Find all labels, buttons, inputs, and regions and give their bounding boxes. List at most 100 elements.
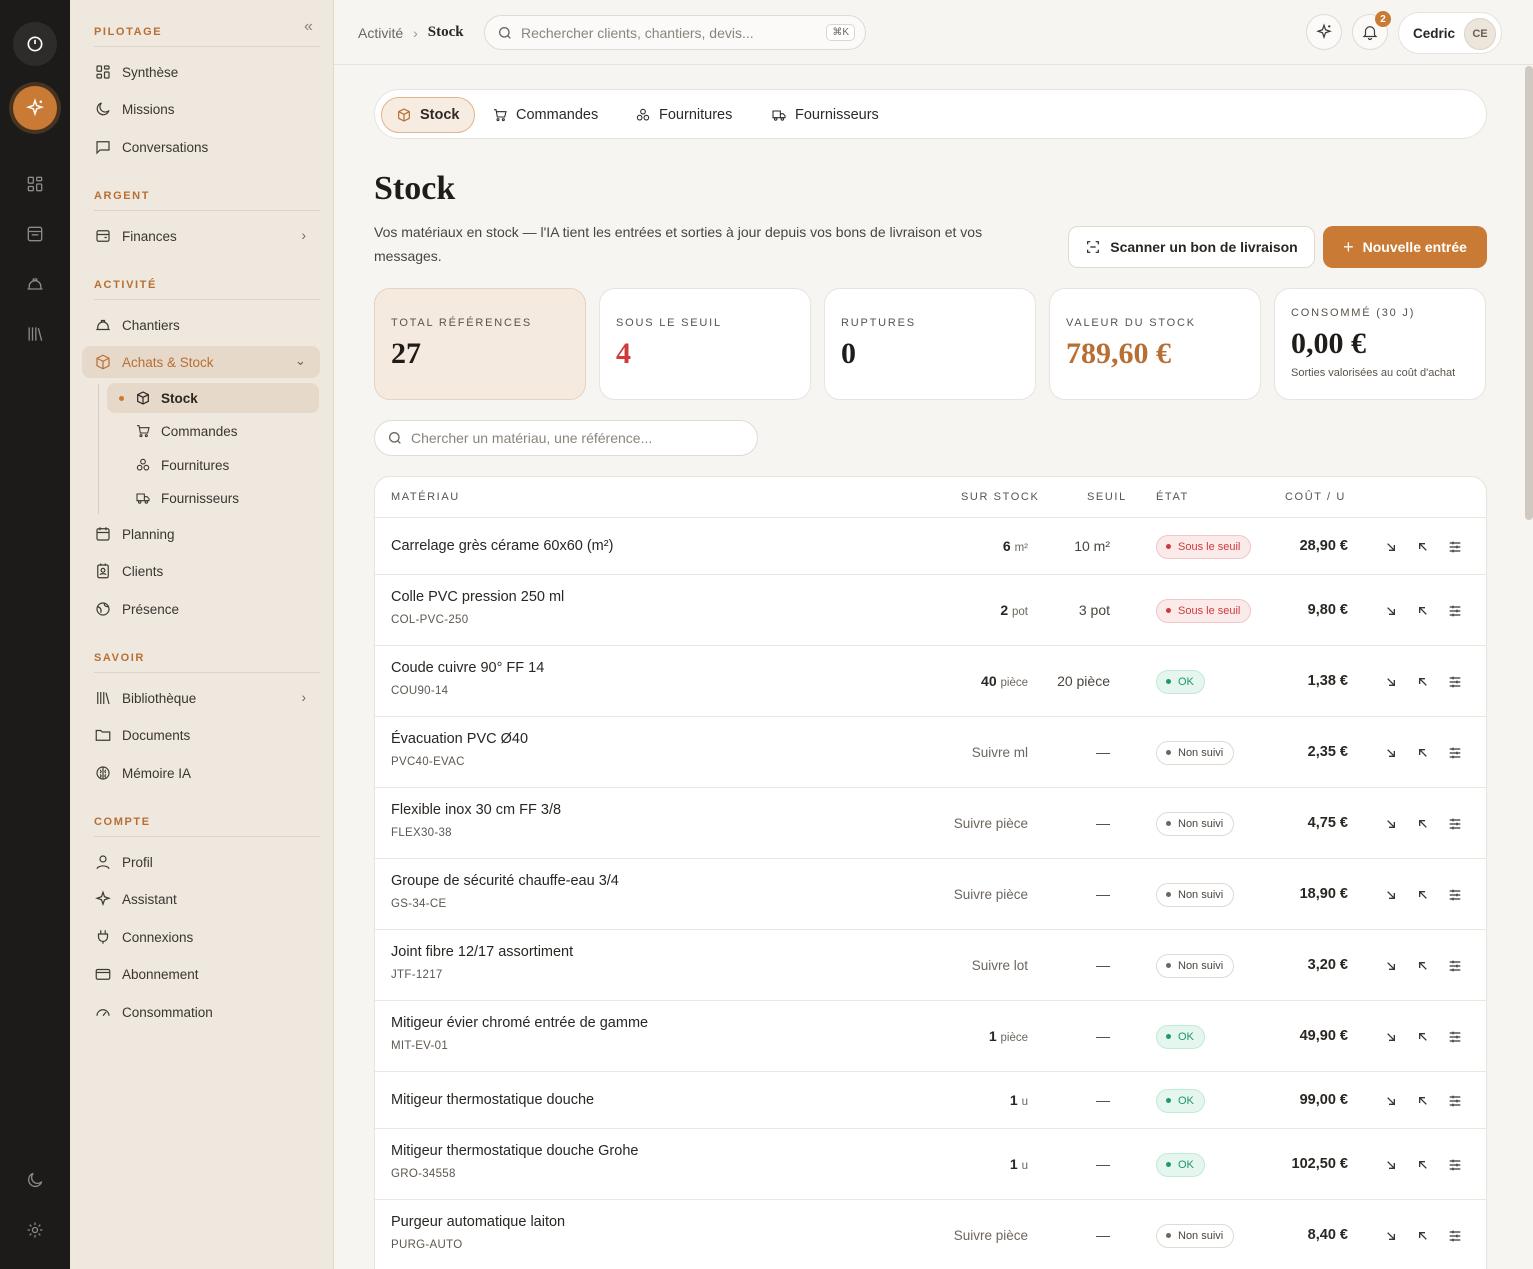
sidebar-item-bibliotheque[interactable]: Bibliothèque ›	[82, 682, 320, 714]
search-input[interactable]	[521, 24, 811, 41]
stock-in-icon[interactable]	[1415, 887, 1433, 905]
table-row[interactable]: Purgeur automatique laiton PURG-AUTO Suivr…	[375, 1199, 1486, 1269]
sidebar-item-connexions[interactable]: Connexions	[82, 921, 320, 953]
sidebar-item-planning[interactable]: Planning	[82, 518, 320, 550]
breadcrumb-activite[interactable]: Activité	[358, 25, 403, 41]
library-icon[interactable]	[13, 312, 57, 356]
table-row[interactable]: Carrelage grès cérame 60x60 (m²) 6 m² 10 m…	[375, 517, 1486, 574]
scrollbar[interactable]	[1525, 66, 1533, 520]
column-header-materiau[interactable]: MATÉRIAU	[391, 491, 460, 503]
stock-out-icon[interactable]	[1383, 816, 1401, 834]
sidebar-subitem-stock[interactable]: Stock	[107, 383, 319, 413]
hardhat-icon[interactable]	[13, 262, 57, 306]
material-search-input[interactable]	[411, 430, 741, 446]
sidebar-item-conversations[interactable]: Conversations	[82, 131, 320, 163]
stock-in-icon[interactable]	[1415, 745, 1433, 763]
stock-out-icon[interactable]	[1383, 539, 1401, 557]
adjust-settings-icon[interactable]	[1447, 1228, 1465, 1246]
sidebar-item-finances[interactable]: Finances ›	[82, 220, 320, 252]
power-icon[interactable]	[13, 22, 57, 66]
ai-assistant-button[interactable]	[1306, 14, 1342, 50]
table-row[interactable]: Coude cuivre 90° FF 14 COU90-14 40 pièce 20…	[375, 645, 1486, 716]
stock-in-icon[interactable]	[1415, 816, 1433, 834]
stock-out-icon[interactable]	[1383, 1093, 1401, 1111]
adjust-settings-icon[interactable]	[1447, 1157, 1465, 1175]
sidebar-item-assistant[interactable]: Assistant	[82, 883, 320, 915]
stat-total-references[interactable]: TOTAL RÉFÉRENCES 27	[374, 288, 586, 400]
stock-out-icon[interactable]	[1383, 603, 1401, 621]
sidebar-item-synthese[interactable]: Synthèse	[82, 56, 320, 88]
stock-out-icon[interactable]	[1383, 1029, 1401, 1047]
table-row[interactable]: Évacuation PVC Ø40 PVC40-EVAC Suivre ml — No…	[375, 716, 1486, 787]
stat-valeur-stock[interactable]: VALEUR DU STOCK 789,60 €	[1049, 288, 1261, 400]
global-search[interactable]: ⌘K	[484, 15, 866, 50]
adjust-settings-icon[interactable]	[1447, 1029, 1465, 1047]
column-header-sur-stock[interactable]: SUR STOCK	[961, 491, 1039, 503]
new-entry-button[interactable]: + Nouvelle entrée	[1323, 226, 1487, 268]
track-link[interactable]: Suivre pièce	[954, 816, 1028, 831]
notifications-button[interactable]: 2	[1352, 11, 1391, 50]
adjust-settings-icon[interactable]	[1447, 1093, 1465, 1111]
material-search[interactable]	[374, 420, 758, 456]
sidebar-item-chantiers[interactable]: Chantiers	[82, 309, 320, 341]
stock-out-icon[interactable]	[1383, 674, 1401, 692]
sidebar-item-missions[interactable]: Missions	[82, 93, 320, 125]
adjust-settings-icon[interactable]	[1447, 539, 1465, 557]
sidebar-subitem-commandes[interactable]: Commandes	[107, 416, 319, 446]
tab-fournitures[interactable]: Fournitures	[621, 97, 746, 133]
stock-out-icon[interactable]	[1383, 958, 1401, 976]
table-row[interactable]: Mitigeur thermostatique douche 1 u — OK 99,0…	[375, 1071, 1486, 1128]
adjust-settings-icon[interactable]	[1447, 816, 1465, 834]
stat-sous-le-seuil[interactable]: SOUS LE SEUIL 4	[599, 288, 811, 400]
stock-out-icon[interactable]	[1383, 745, 1401, 763]
adjust-settings-icon[interactable]	[1447, 745, 1465, 763]
sparkle-icon[interactable]	[13, 86, 57, 130]
moon-icon[interactable]	[13, 1158, 57, 1202]
adjust-settings-icon[interactable]	[1447, 958, 1465, 976]
track-link[interactable]: Suivre ml	[972, 745, 1028, 760]
adjust-settings-icon[interactable]	[1447, 603, 1465, 621]
stock-in-icon[interactable]	[1415, 1029, 1433, 1047]
stock-in-icon[interactable]	[1415, 539, 1433, 557]
stock-in-icon[interactable]	[1415, 1093, 1433, 1111]
stock-in-icon[interactable]	[1415, 1228, 1433, 1246]
tab-commandes[interactable]: Commandes	[478, 97, 612, 133]
table-row[interactable]: Joint fibre 12/17 assortiment JTF-1217 Sui…	[375, 929, 1486, 1000]
gear-icon[interactable]	[13, 1208, 57, 1252]
track-link[interactable]: Suivre pièce	[954, 887, 1028, 902]
sidebar-item-abonnement[interactable]: Abonnement	[82, 958, 320, 990]
adjust-settings-icon[interactable]	[1447, 674, 1465, 692]
stock-in-icon[interactable]	[1415, 674, 1433, 692]
scan-delivery-button[interactable]: Scanner un bon de livraison	[1068, 226, 1315, 268]
adjust-settings-icon[interactable]	[1447, 887, 1465, 905]
table-row[interactable]: Mitigeur thermostatique douche Grohe GRO-…	[375, 1128, 1486, 1199]
stat-consomme[interactable]: CONSOMMÉ (30 J) 0,00 € Sorties valorisée…	[1274, 288, 1486, 400]
column-header-seuil[interactable]: SEUIL	[1087, 491, 1127, 503]
sidebar-item-clients[interactable]: Clients	[82, 555, 320, 587]
stock-in-icon[interactable]	[1415, 958, 1433, 976]
track-link[interactable]: Suivre pièce	[954, 1228, 1028, 1243]
stat-ruptures[interactable]: RUPTURES 0	[824, 288, 1036, 400]
sidebar-subitem-fournitures[interactable]: Fournitures	[107, 450, 319, 480]
sidebar-item-memoire[interactable]: Mémoire IA	[82, 757, 320, 789]
tab-stock[interactable]: Stock	[381, 97, 475, 133]
stock-out-icon[interactable]	[1383, 887, 1401, 905]
stock-in-icon[interactable]	[1415, 1157, 1433, 1175]
table-row[interactable]: Groupe de sécurité chauffe-eau 3/4 GS-34-…	[375, 858, 1486, 929]
table-row[interactable]: Flexible inox 30 cm FF 3/8 FLEX30-38 Suivr…	[375, 787, 1486, 858]
sidebar-item-achats-stock[interactable]: Achats & Stock ⌄	[82, 346, 320, 378]
grid-icon[interactable]	[13, 162, 57, 206]
inbox-icon[interactable]	[13, 212, 57, 256]
stock-out-icon[interactable]	[1383, 1228, 1401, 1246]
sidebar-subitem-fournisseurs[interactable]: Fournisseurs	[107, 483, 319, 513]
column-header-etat[interactable]: ÉTAT	[1156, 491, 1189, 503]
sidebar-item-consommation[interactable]: Consommation	[82, 996, 320, 1028]
stock-in-icon[interactable]	[1415, 603, 1433, 621]
table-row[interactable]: Colle PVC pression 250 ml COL-PVC-250 2 po…	[375, 574, 1486, 645]
table-row[interactable]: Mitigeur évier chromé entrée de gamme MIT…	[375, 1000, 1486, 1071]
tab-fournisseurs[interactable]: Fournisseurs	[757, 97, 893, 133]
sidebar-item-presence[interactable]: Présence	[82, 593, 320, 625]
sidebar-item-documents[interactable]: Documents	[82, 719, 320, 751]
user-menu[interactable]: Cedric CE	[1398, 12, 1502, 54]
column-header-cout[interactable]: COÛT / U	[1285, 491, 1346, 503]
